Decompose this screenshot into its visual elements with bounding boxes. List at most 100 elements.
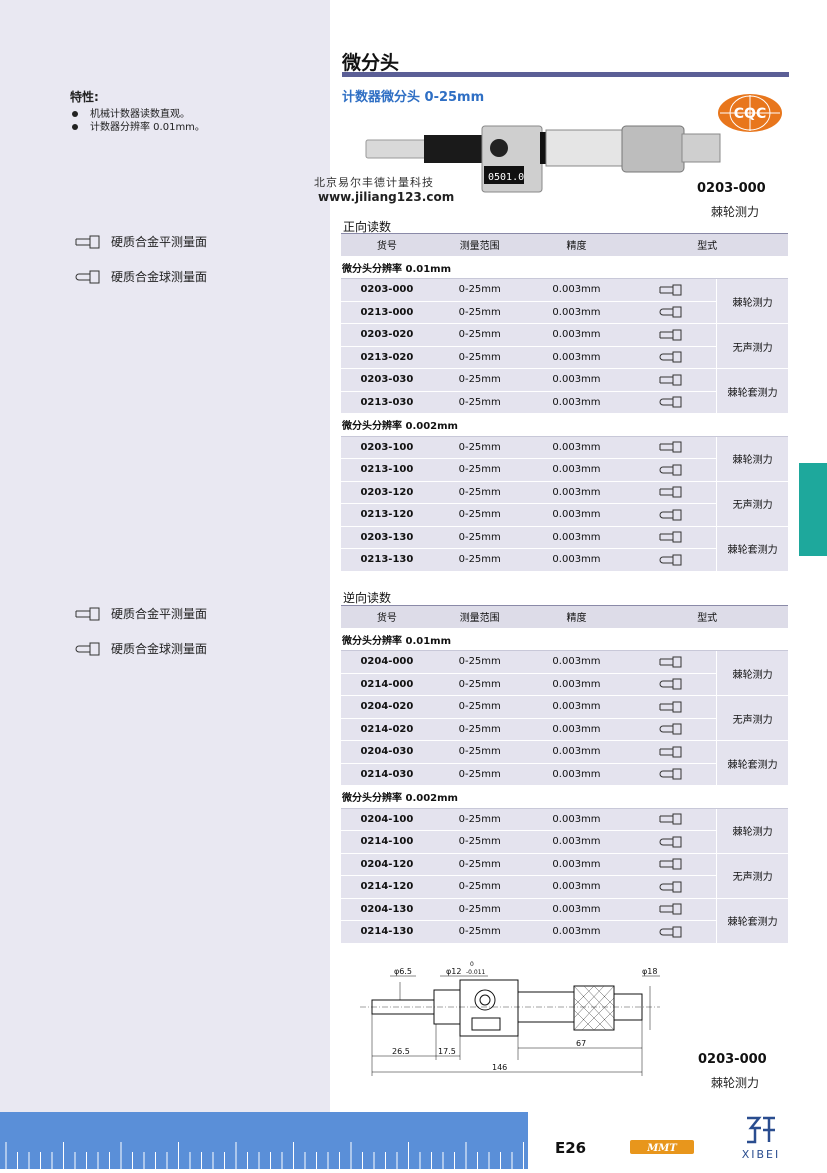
table-group-row: 微分头分辨率 0.01mm bbox=[341, 256, 788, 279]
cell-force-type: 棘轮测力 bbox=[716, 650, 788, 696]
dimension-drawing: φ6.5 φ12 0 -0.011 φ18 26.5 17.5 67 146 bbox=[360, 960, 660, 1080]
dim-sleeve-tol-lower: -0.011 bbox=[466, 969, 486, 976]
table-header-cell: 型式 bbox=[626, 233, 788, 257]
cell-force-type: 无声测力 bbox=[716, 481, 788, 527]
cell-code: 0203-100 bbox=[341, 436, 433, 459]
ball-tip-icon bbox=[626, 503, 717, 527]
table-header-cell: 精度 bbox=[526, 233, 627, 257]
cell-code: 0214-100 bbox=[341, 830, 433, 854]
cell-accuracy: 0.003mm bbox=[526, 695, 627, 719]
table-row: 0203-130 0-25mm 0.003mm 棘轮套测力 bbox=[341, 526, 788, 572]
ball-tip-icon bbox=[626, 391, 717, 414]
cell-accuracy: 0.003mm bbox=[526, 301, 627, 324]
dim-b: 17.5 bbox=[438, 1047, 456, 1056]
cell-force-type: 无声测力 bbox=[716, 323, 788, 369]
table-row: 0204-030 0-25mm 0.003mm 棘轮套测力 bbox=[341, 740, 788, 786]
product-type-top: 棘轮测力 bbox=[711, 205, 760, 219]
cell-accuracy: 0.003mm bbox=[526, 830, 627, 854]
flat-tip-icon bbox=[75, 607, 101, 621]
ball-tip-icon bbox=[626, 458, 717, 482]
section-side-tab[interactable] bbox=[799, 463, 827, 556]
dim-sleeve: φ12 bbox=[446, 967, 461, 976]
cell-range: 0-25mm bbox=[432, 526, 527, 549]
cell-range: 0-25mm bbox=[432, 481, 527, 504]
features-block: 特性: 机械计数器读数直观。 计数器分辨率 0.01mm。 bbox=[70, 88, 205, 134]
product-type-bottom: 棘轮测力 bbox=[711, 1076, 760, 1090]
cell-force-type: 棘轮套测力 bbox=[716, 898, 788, 944]
legend-label: 硬质合金平测量面 bbox=[111, 607, 208, 621]
dim-thimble: φ18 bbox=[642, 967, 657, 976]
flat-tip-icon bbox=[626, 740, 717, 764]
dim-spindle: φ6.5 bbox=[394, 967, 412, 976]
table-row: 0203-120 0-25mm 0.003mm 无声测力 bbox=[341, 481, 788, 527]
cell-accuracy: 0.003mm bbox=[526, 718, 627, 741]
cell-code: 0203-020 bbox=[341, 323, 433, 347]
feature-item: 计数器分辨率 0.01mm。 bbox=[70, 121, 205, 134]
cqc-logo: CQC bbox=[716, 92, 784, 134]
legend-row-flat: 硬质合金平测量面 bbox=[75, 596, 207, 631]
page-subtitle: 计数器微分头 0-25mm bbox=[342, 90, 485, 105]
cell-code: 0213-130 bbox=[341, 548, 433, 572]
flat-tip-icon bbox=[626, 436, 717, 459]
legend-forward: 硬质合金平测量面 硬质合金球测量面 bbox=[75, 224, 207, 294]
watermark-company: 北京易尔丰德计量科技 bbox=[314, 176, 434, 189]
page-title: 微分头 bbox=[342, 52, 400, 74]
cell-code: 0214-000 bbox=[341, 673, 433, 696]
flat-tip-icon bbox=[75, 235, 101, 249]
cell-range: 0-25mm bbox=[432, 650, 527, 674]
product-code-top: 0203-000 bbox=[697, 181, 766, 196]
cell-code: 0204-120 bbox=[341, 853, 433, 876]
ball-tip-icon bbox=[626, 920, 717, 944]
flat-tip-icon bbox=[626, 526, 717, 549]
cell-range: 0-25mm bbox=[432, 763, 527, 786]
cell-code: 0204-100 bbox=[341, 808, 433, 831]
cell-code: 0214-020 bbox=[341, 718, 433, 741]
table-row: 0204-130 0-25mm 0.003mm 棘轮套测力 bbox=[341, 898, 788, 944]
table-header-cell: 测量范围 bbox=[432, 233, 527, 257]
ball-tip-icon bbox=[626, 673, 717, 696]
table-header-row: 货号 测量范围 精度 型式 bbox=[341, 233, 788, 257]
cell-accuracy: 0.003mm bbox=[526, 898, 627, 921]
cell-force-type: 无声测力 bbox=[716, 695, 788, 741]
cell-code: 0214-130 bbox=[341, 920, 433, 944]
cell-force-type: 棘轮套测力 bbox=[716, 526, 788, 572]
page-number: E26 bbox=[555, 1139, 587, 1157]
dim-sleeve-tol-upper: 0 bbox=[470, 961, 474, 968]
table-header-row: 货号 测量范围 精度 型式 bbox=[341, 605, 788, 629]
cell-force-type: 棘轮测力 bbox=[716, 278, 788, 324]
table-row: 0204-120 0-25mm 0.003mm 无声测力 bbox=[341, 853, 788, 899]
table-header-cell: 测量范围 bbox=[432, 605, 527, 629]
cell-accuracy: 0.003mm bbox=[526, 278, 627, 302]
cell-code: 0213-100 bbox=[341, 458, 433, 482]
features-title: 特性: bbox=[70, 90, 99, 104]
flat-tip-icon bbox=[626, 650, 717, 674]
cell-range: 0-25mm bbox=[432, 301, 527, 324]
table-row: 0203-020 0-25mm 0.003mm 无声测力 bbox=[341, 323, 788, 369]
cell-range: 0-25mm bbox=[432, 458, 527, 482]
table-group-row: 微分头分辨率 0.002mm bbox=[341, 413, 788, 437]
group-title: 微分头分辨率 0.002mm bbox=[341, 785, 788, 809]
cell-range: 0-25mm bbox=[432, 503, 527, 527]
mmt-logo: MMT bbox=[630, 1139, 694, 1154]
ball-tip-icon bbox=[626, 875, 717, 899]
cell-accuracy: 0.003mm bbox=[526, 853, 627, 876]
flat-tip-icon bbox=[626, 323, 717, 347]
left-panel bbox=[0, 0, 330, 1112]
cell-code: 0203-000 bbox=[341, 278, 433, 302]
ball-tip-icon bbox=[626, 346, 717, 369]
cell-code: 0213-120 bbox=[341, 503, 433, 527]
cell-accuracy: 0.003mm bbox=[526, 808, 627, 831]
cell-range: 0-25mm bbox=[432, 673, 527, 696]
cell-code: 0204-020 bbox=[341, 695, 433, 719]
cell-code: 0203-030 bbox=[341, 368, 433, 392]
ball-tip-icon bbox=[626, 548, 717, 572]
table-header-cell: 精度 bbox=[526, 605, 627, 629]
cell-force-type: 棘轮套测力 bbox=[716, 368, 788, 414]
cell-accuracy: 0.003mm bbox=[526, 526, 627, 549]
group-title: 微分头分辨率 0.01mm bbox=[341, 628, 788, 651]
cell-range: 0-25mm bbox=[432, 718, 527, 741]
ball-tip-icon bbox=[626, 763, 717, 786]
cell-code: 0213-020 bbox=[341, 346, 433, 369]
cell-accuracy: 0.003mm bbox=[526, 368, 627, 392]
cell-range: 0-25mm bbox=[432, 740, 527, 764]
